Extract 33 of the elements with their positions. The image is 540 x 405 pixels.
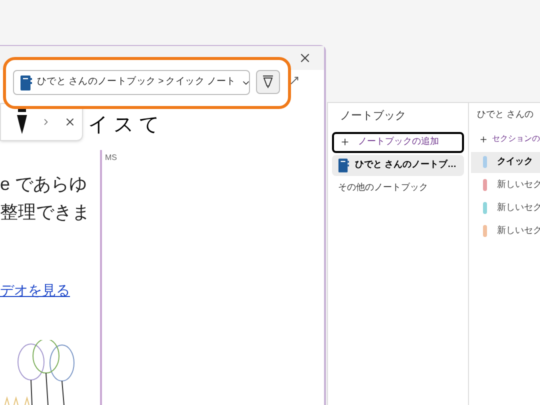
section-label: 新しいセク [497, 201, 540, 214]
close-icon[interactable] [64, 116, 76, 128]
author-tag: MS [105, 152, 117, 164]
location-path: ひでと さんのノートブック > クイック ノート [37, 75, 236, 90]
pen-button[interactable] [256, 70, 280, 94]
add-section-button[interactable]: セクションの [471, 128, 540, 150]
section-label: 新しいセク [497, 224, 540, 238]
section-item[interactable]: 新しいセク [471, 174, 540, 196]
section-item[interactable]: 新しいセク [471, 198, 540, 218]
video-link[interactable]: デオを見る [0, 280, 70, 301]
section-label: 新しいセク [497, 178, 540, 192]
section-item[interactable]: クイック [471, 152, 540, 172]
notebook-label: その他のノートブック [338, 181, 428, 194]
notebook-label: ひでと さんのノートブ… [355, 158, 457, 172]
body-text: e であらゆ [0, 173, 88, 196]
pen-icon[interactable] [16, 109, 28, 135]
pane-title: ひでと さんの [476, 108, 535, 121]
page-heading: イ ス て [88, 113, 160, 138]
notebook-icon [338, 158, 349, 172]
pen-nib-icon [262, 75, 274, 89]
notebook-item[interactable]: ひでと さんのノートブ… [332, 154, 464, 176]
notebook-icon [20, 74, 32, 90]
body-text: 整理できま [0, 201, 90, 224]
add-notebook-button[interactable]: ノートブックの追加 [332, 132, 464, 152]
pane-title: ノートブック [339, 108, 407, 124]
plus-icon [340, 137, 350, 147]
location-dropdown[interactable]: ひでと さんのノートブック > クイック ノート [13, 70, 250, 95]
section-item[interactable]: 新しいセク [471, 220, 540, 242]
plus-icon [479, 134, 488, 144]
close-icon[interactable] [298, 51, 312, 65]
section-label: クイック [497, 155, 533, 168]
expand-arrow-icon[interactable] [289, 75, 300, 86]
more-notebooks-link[interactable]: その他のノートブック [332, 178, 464, 198]
